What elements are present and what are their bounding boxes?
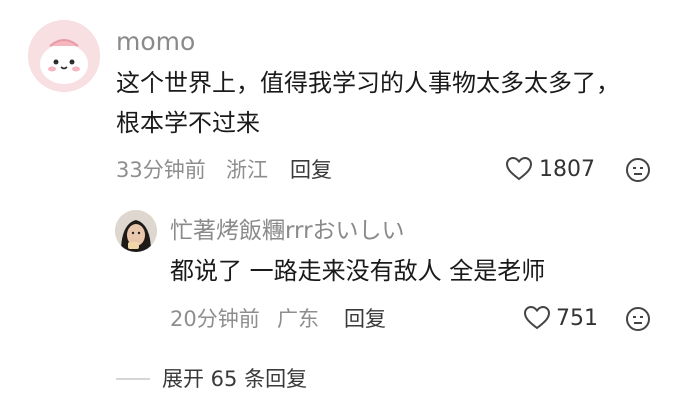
- comment-text-line-1: 这个世界上，值得我学习的人事物太多太多了，: [116, 69, 620, 97]
- comment-like-button[interactable]: [505, 156, 533, 186]
- comment-like-count: 1807: [539, 157, 595, 182]
- comment-dislike-button[interactable]: [625, 157, 651, 187]
- expand-replies-button[interactable]: 展开 65 条回复: [162, 365, 307, 393]
- replier-avatar[interactable]: [115, 210, 157, 252]
- reply-time: 20分钟前: [170, 307, 260, 331]
- reply-text: 都说了 一路走来没有敌人 全是老师: [170, 257, 546, 285]
- reply-dislike-button[interactable]: [625, 306, 651, 336]
- comment-location: 浙江: [226, 158, 268, 182]
- commenter-avatar[interactable]: [28, 20, 100, 92]
- replier-username[interactable]: 忙著烤飯糰rrrおいしい: [170, 216, 405, 246]
- reply-like-count: 751: [556, 306, 598, 331]
- sad-face-icon: [626, 158, 650, 182]
- person-photo-avatar-icon: [115, 210, 157, 252]
- expand-divider: [116, 378, 150, 380]
- comment-time: 33分钟前: [116, 158, 206, 182]
- comment-reply-button[interactable]: 回复: [290, 156, 332, 184]
- reply-location: 广东: [277, 307, 319, 331]
- heart-outline-icon: [523, 305, 551, 330]
- reply-like-button[interactable]: [523, 305, 551, 335]
- comment-text-line-2: 根本学不过来: [116, 109, 260, 137]
- commenter-username[interactable]: momo: [116, 27, 195, 57]
- reply-reply-button[interactable]: 回复: [344, 305, 386, 333]
- pink-dinosaur-avatar-icon: [28, 20, 100, 92]
- heart-outline-icon: [505, 156, 533, 181]
- sad-face-icon: [626, 307, 650, 331]
